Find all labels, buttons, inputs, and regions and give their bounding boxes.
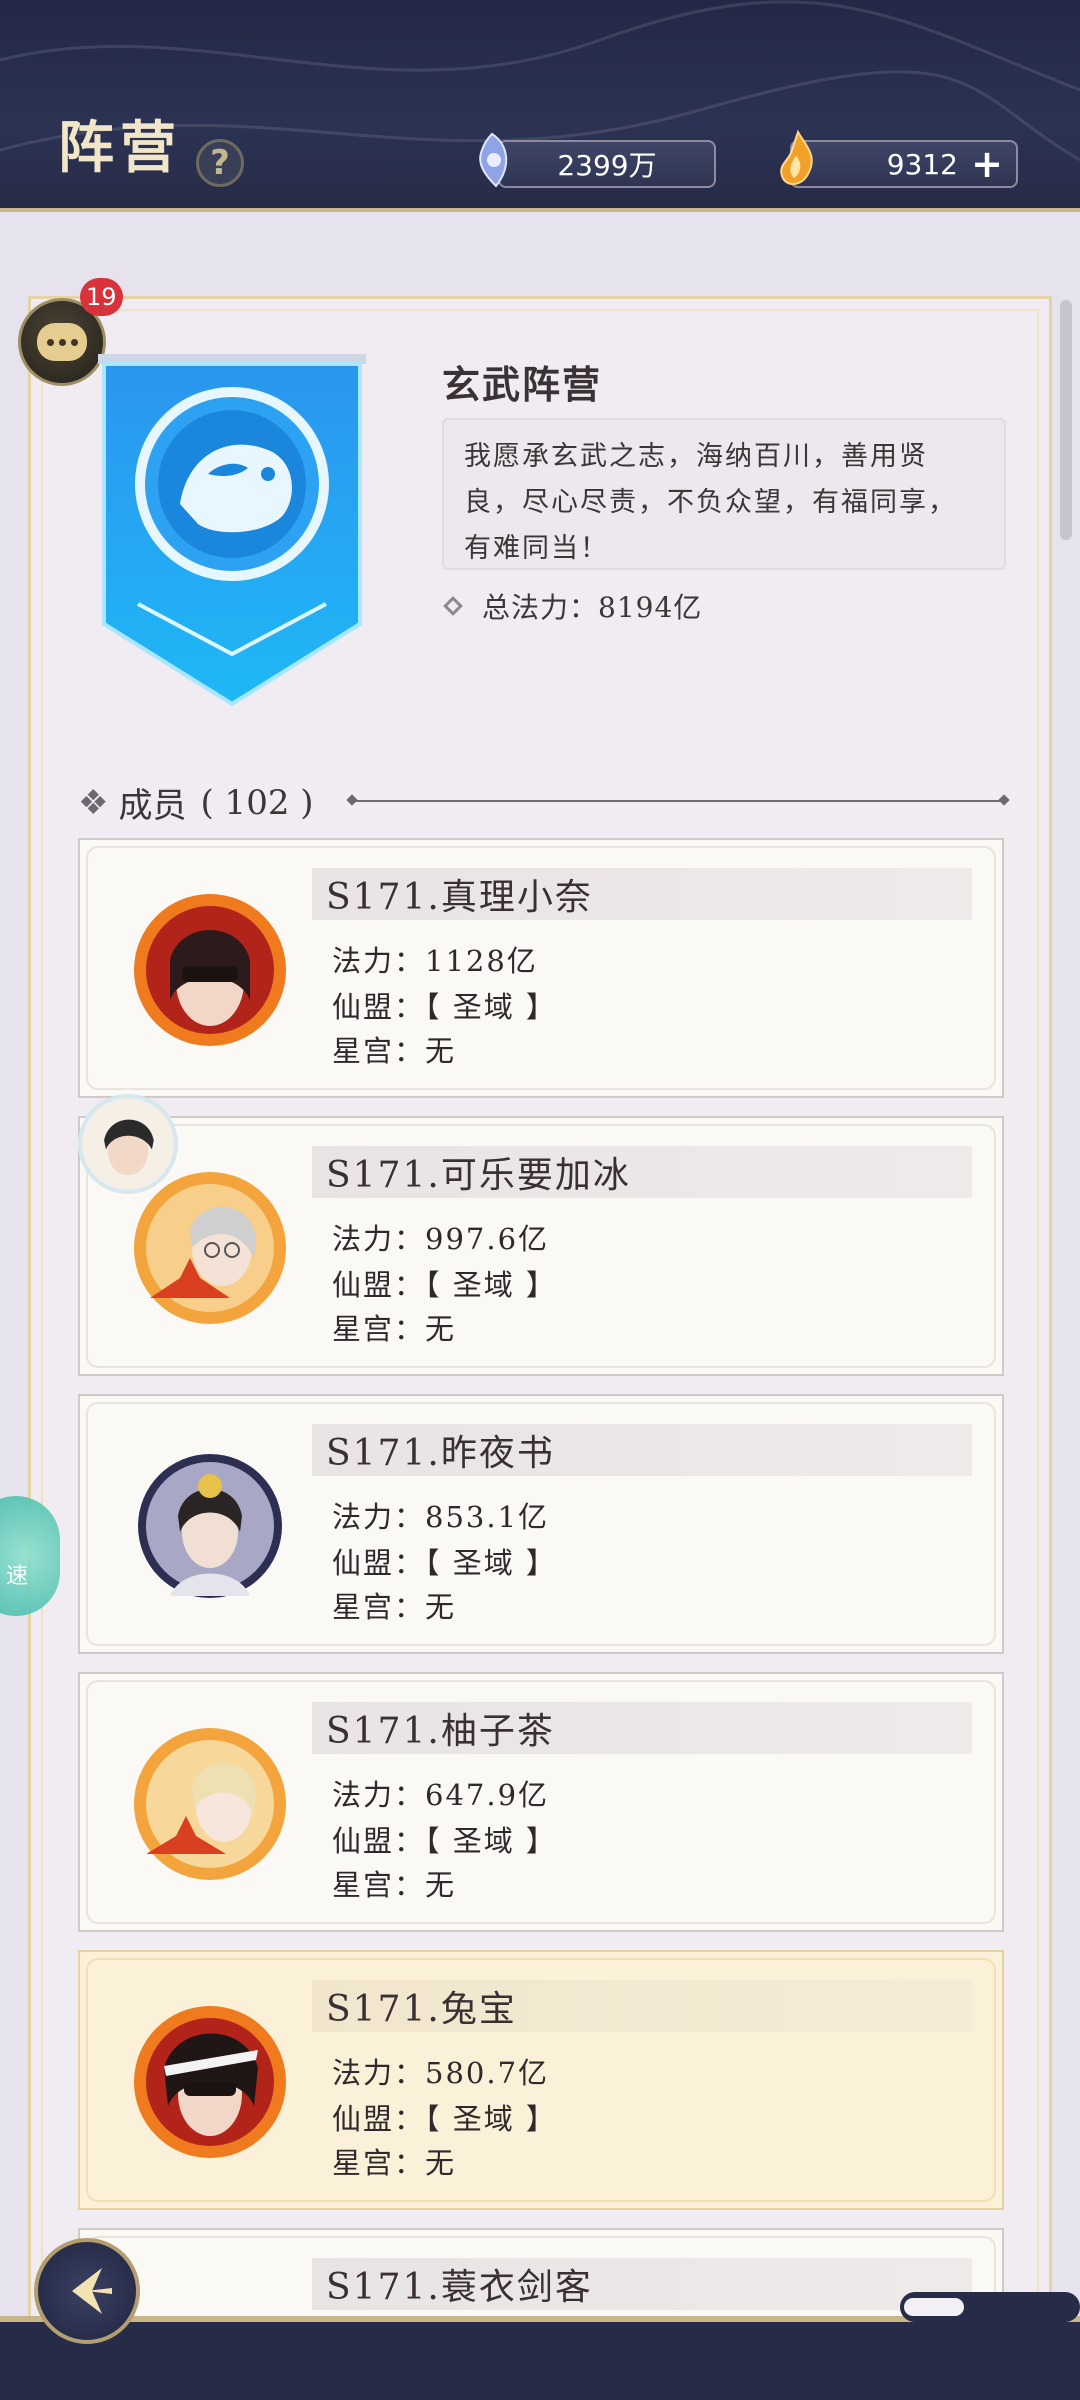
member-name: S171.真理小奈 xyxy=(312,868,972,920)
member-alliance: 仙盟：【 圣域 】 xyxy=(332,2102,557,2136)
faction-total-power: 总法力：8194亿 xyxy=(442,586,702,626)
currency-gold-display: 9312 + xyxy=(790,140,1018,188)
bottom-bar xyxy=(0,2292,1080,2400)
member-palace: 星宫：无 xyxy=(332,2146,457,2180)
arrow-left-icon xyxy=(72,2268,112,2314)
add-currency-button[interactable]: + xyxy=(970,145,1004,183)
member-name: S171.可乐要加冰 xyxy=(312,1146,972,1198)
member-name: S171.昨夜书 xyxy=(312,1424,972,1476)
chat-unread-badge: 19 xyxy=(80,278,123,316)
member-alliance: 仙盟：【 圣域 】 xyxy=(332,1824,557,1858)
panel-scrollbar[interactable] xyxy=(1060,300,1072,540)
member-palace: 星宫：无 xyxy=(332,1034,457,1068)
back-button[interactable] xyxy=(34,2238,140,2344)
faction-power-text: 总法力：8194亿 xyxy=(482,591,703,624)
member-power: 法力：647.9亿 xyxy=(332,1778,550,1812)
members-label: 成员 xyxy=(118,786,187,826)
members-count: ( 102 ) xyxy=(200,782,314,823)
faction-banner-emblem xyxy=(98,354,366,707)
help-button[interactable]: ? xyxy=(196,139,244,187)
member-palace: 星宫：无 xyxy=(332,1590,457,1624)
member-card[interactable]: S171.柚子茶 法力：647.9亿 仙盟：【 圣域 】 星宫：无 xyxy=(78,1672,1004,1932)
faction-motto: 我愿承玄武之志，海纳百川，善用贤良，尽心尽责，不负众望，有福同享，有难同当！ xyxy=(442,418,1006,570)
flame-currency-icon xyxy=(780,130,813,185)
member-power: 法力：580.7亿 xyxy=(332,2056,550,2090)
member-alliance: 仙盟：【 圣域 】 xyxy=(332,1268,557,1302)
currency-jade-display: 2399万 xyxy=(498,140,716,188)
members-heading: ❖ 成员 ( 102 ) xyxy=(78,778,314,827)
member-power: 法力：1128亿 xyxy=(332,944,538,978)
member-power: 法力：997.6亿 xyxy=(332,1222,550,1256)
speed-label: 速 xyxy=(6,1564,29,1589)
floating-speed-widget[interactable]: 速 xyxy=(0,1496,60,1616)
heading-divider xyxy=(354,800,1002,802)
page-title: 阵营 xyxy=(58,115,182,181)
currency-jade-value: 2399万 xyxy=(557,149,657,182)
member-alliance: 仙盟：【 圣域 】 xyxy=(332,990,557,1024)
member-name: S171.柚子茶 xyxy=(312,1702,972,1754)
member-card[interactable]: S171.昨夜书 法力：853.1亿 仙盟：【 圣域 】 星宫：无 xyxy=(78,1394,1004,1654)
member-card[interactable]: S171.可乐要加冰 法力：997.6亿 仙盟：【 圣域 】 星宫：无 xyxy=(78,1094,1004,1376)
member-alliance: 仙盟：【 圣域 】 xyxy=(332,1546,557,1580)
member-avatar xyxy=(134,2006,286,2158)
currency-gold-value: 9312 xyxy=(886,147,958,181)
member-avatar xyxy=(138,1454,282,1598)
diamond-bullet-icon xyxy=(443,596,463,616)
member-power: 法力：853.1亿 xyxy=(332,1500,550,1534)
member-avatar xyxy=(134,1728,286,1880)
member-avatar xyxy=(134,1172,286,1324)
member-palace: 星宫：无 xyxy=(332,1312,457,1346)
member-card[interactable]: S171.真理小奈 法力：1128亿 仙盟：【 圣域 】 星宫：无 xyxy=(78,838,1004,1098)
jade-currency-icon xyxy=(479,132,508,188)
member-avatar xyxy=(134,894,286,1046)
chat-icon xyxy=(37,323,87,361)
member-name: S171.兔宝 xyxy=(312,1980,972,2032)
ornament-icon: ❖ xyxy=(78,782,109,823)
member-secondary-avatar xyxy=(78,1094,178,1194)
member-palace: 星宫：无 xyxy=(332,1868,457,1902)
faction-name: 玄武阵营 xyxy=(442,362,603,407)
top-bar: 阵营 ? 2399万 9312 + xyxy=(0,0,1080,212)
member-card-self[interactable]: S171.兔宝 法力：580.7亿 仙盟：【 圣域 】 星宫：无 xyxy=(78,1950,1004,2210)
